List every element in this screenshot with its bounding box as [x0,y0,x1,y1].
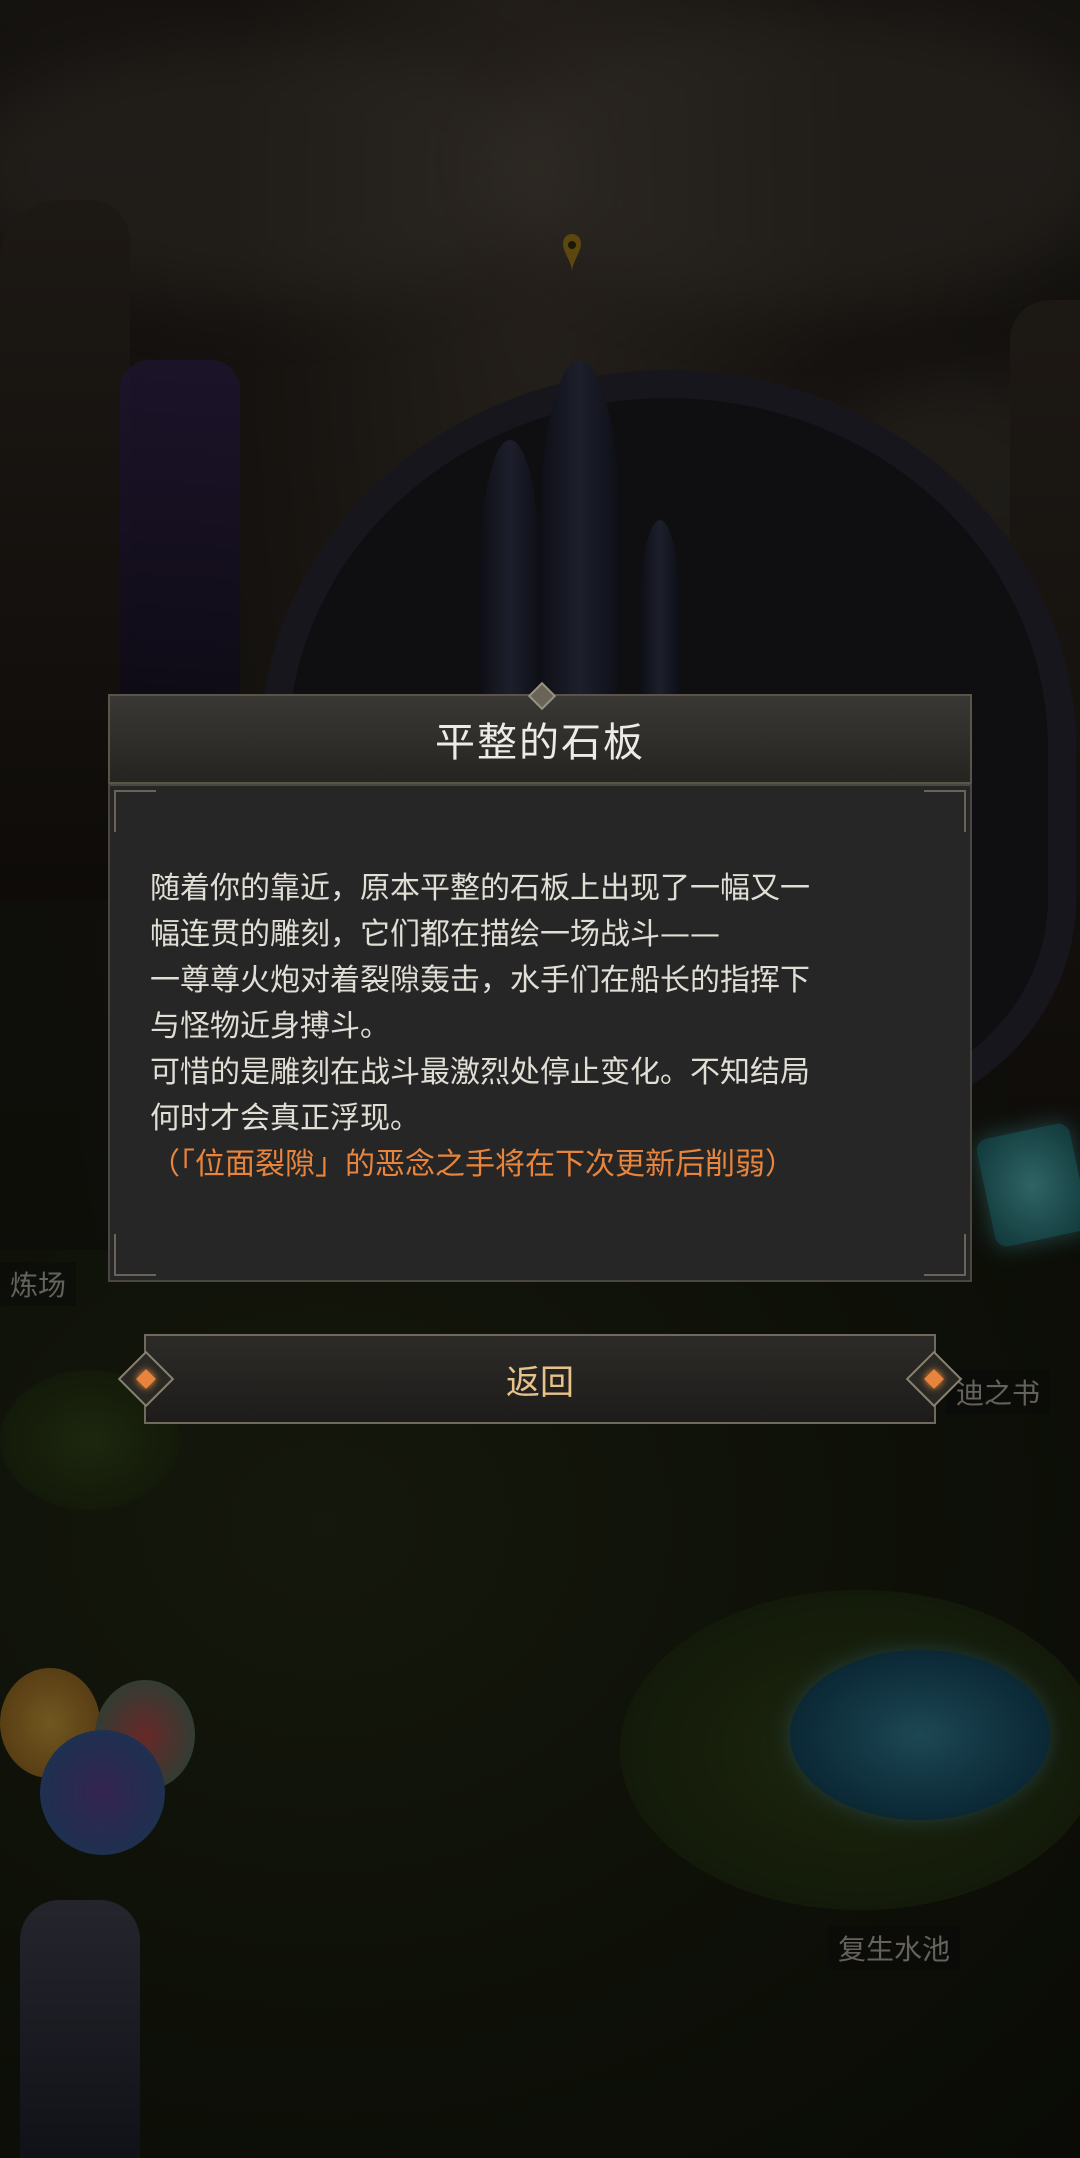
dialog-text-line: 与怪物近身搏斗。 [150,1009,390,1044]
back-button-label: 返回 [506,1362,574,1403]
dialog-text: 随着你的靠近，原本平整的石板上出现了一幅又一 幅连贯的雕刻，它们都在描绘一场战斗… [150,866,950,1188]
corner-ornament [924,1234,966,1276]
back-button[interactable]: 返回 [114,1334,966,1424]
corner-ornament [114,1234,156,1276]
dialog-title: 平整的石板 [435,720,645,766]
dialog-text-line: 可惜的是雕刻在战斗最激烈处停止变化。不知结局 [150,1055,810,1090]
dialog-text-line: 幅连贯的雕刻，它们都在描绘一场战斗—— [150,917,720,952]
dialog-text-line: 何时才会真正浮现。 [150,1101,420,1136]
corner-ornament [924,790,966,832]
dialog-title-bar: 平整的石板 [108,681,972,784]
corner-ornament [114,790,156,832]
dialog-text-line: 随着你的靠近，原本平整的石板上出现了一幅又一 [150,871,810,906]
dialog-text-line: 一尊尊火炮对着裂隙轰击，水手们在船长的指挥下 [150,963,810,998]
update-note: （「位面裂隙」的恶念之手将在下次更新后削弱） [150,1147,795,1182]
dialog-body: 随着你的靠近，原本平整的石板上出现了一幅又一 幅连贯的雕刻，它们都在描绘一场战斗… [108,784,972,1282]
